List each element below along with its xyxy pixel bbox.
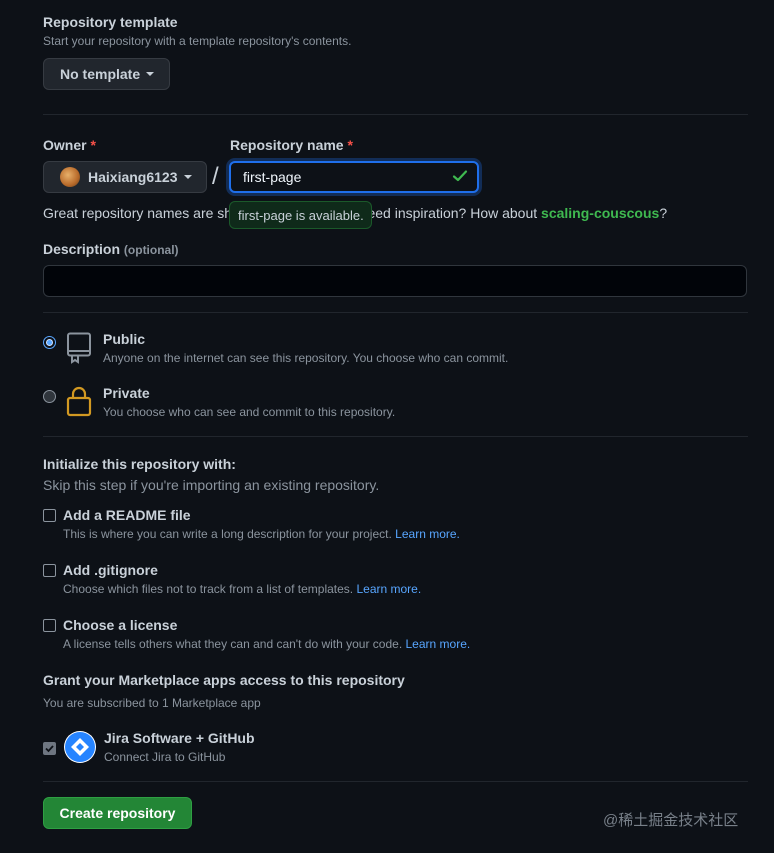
chevron-down-icon <box>183 175 192 179</box>
template-dropdown-button[interactable]: No template <box>43 58 170 90</box>
watermark: @稀土掘金技术社区 <box>603 812 739 829</box>
divider <box>43 312 748 313</box>
marketplace-subtext: You are subscribed to 1 Marketplace app <box>43 696 261 710</box>
description-label: Description (optional) <box>43 241 179 257</box>
repo-name-input[interactable] <box>229 161 479 193</box>
init-subtext: Skip this step if you're importing an ex… <box>43 477 380 493</box>
template-heading: Repository template <box>43 14 178 30</box>
license-desc: A license tells others what they can and… <box>63 637 471 651</box>
init-heading: Initialize this repository with: <box>43 456 236 472</box>
divider <box>43 114 748 115</box>
readme-checkbox[interactable] <box>43 509 56 522</box>
license-checkbox[interactable] <box>43 619 56 632</box>
repo-icon <box>66 332 92 364</box>
availability-tooltip: first-page is available. <box>229 201 372 229</box>
gitignore-learn-more-link[interactable]: Learn more. <box>356 582 421 596</box>
jira-app-name: Jira Software + GitHub <box>104 730 255 746</box>
public-title: Public <box>103 331 146 347</box>
readme-learn-more-link[interactable]: Learn more. <box>395 527 460 541</box>
private-desc: You choose who can see and commit to thi… <box>103 405 396 419</box>
avatar <box>60 167 80 187</box>
gitignore-checkbox[interactable] <box>43 564 56 577</box>
readme-desc: This is where you can write a long descr… <box>63 527 460 541</box>
lock-icon <box>66 385 92 417</box>
owner-username: Haixiang6123 <box>88 169 178 185</box>
gitignore-desc: Choose which files not to track from a l… <box>63 582 422 596</box>
public-radio[interactable] <box>43 336 56 349</box>
readme-title: Add a README file <box>63 507 191 523</box>
owner-dropdown-button[interactable]: Haixiang6123 <box>43 161 207 193</box>
marketplace-heading: Grant your Marketplace apps access to th… <box>43 672 405 688</box>
template-subtext: Start your repository with a template re… <box>43 34 352 48</box>
create-repository-button[interactable]: Create repository <box>43 797 192 829</box>
suggestion-link[interactable]: scaling-couscous <box>541 205 659 221</box>
chevron-down-icon <box>146 72 155 76</box>
private-title: Private <box>103 385 150 401</box>
gitignore-title: Add .gitignore <box>63 562 158 578</box>
template-button-label: No template <box>60 66 141 82</box>
license-learn-more-link[interactable]: Learn more. <box>406 637 471 651</box>
divider <box>43 436 748 437</box>
path-separator: / <box>212 163 219 190</box>
owner-label: Owner * <box>43 137 96 153</box>
private-radio[interactable] <box>43 390 56 403</box>
public-desc: Anyone on the internet can see this repo… <box>103 351 509 365</box>
description-input[interactable] <box>43 265 747 297</box>
divider <box>43 781 748 782</box>
repo-name-label: Repository name * <box>230 137 353 153</box>
license-title: Choose a license <box>63 617 178 633</box>
jira-app-desc: Connect Jira to GitHub <box>104 750 226 764</box>
jira-app-checkbox[interactable] <box>43 742 56 755</box>
check-icon <box>452 168 468 184</box>
jira-app-logo-icon <box>64 731 96 763</box>
